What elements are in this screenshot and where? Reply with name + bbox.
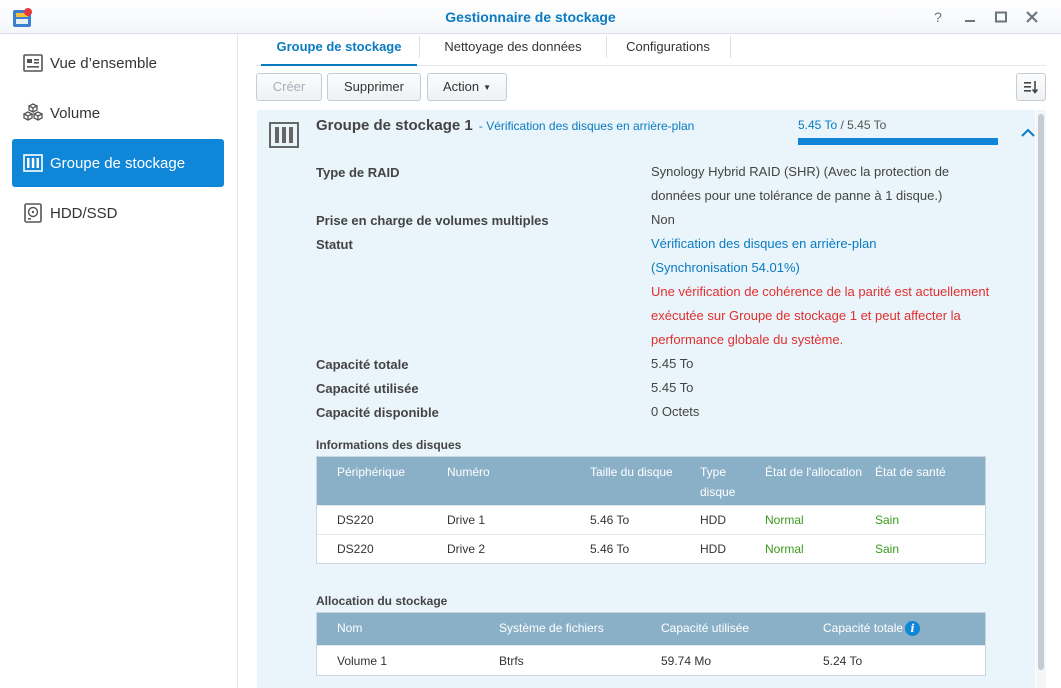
sidebar-item-label: Vue d’ensemble bbox=[50, 54, 158, 72]
column-header[interactable]: État de l'allocation bbox=[765, 462, 862, 482]
table-header: Nom Système de fichiers Capacité utilisé… bbox=[317, 613, 985, 645]
sidebar-item-label: HDD/SSD bbox=[50, 204, 118, 222]
cell-drive: Drive 1 bbox=[447, 513, 486, 527]
storage-pool-panel: Groupe de stockage 1 - Vérification des … bbox=[257, 110, 1035, 688]
cell-device: DS220 bbox=[337, 542, 374, 556]
multi-volume-value: Non bbox=[651, 212, 675, 227]
minimize-icon[interactable] bbox=[959, 6, 981, 28]
sidebar: Vue d’ensemble Volume Groupe de stockage… bbox=[0, 34, 238, 688]
cell-health-status: Sain bbox=[875, 542, 900, 556]
table-header: Périphérique Numéro Taille du disque Typ… bbox=[317, 457, 985, 505]
capacity-bar bbox=[798, 138, 998, 145]
tab-data-scrubbing[interactable]: Nettoyage des données bbox=[424, 34, 602, 66]
action-dropdown-button[interactable]: Action ▼ bbox=[427, 73, 507, 101]
tab-divider bbox=[730, 36, 731, 58]
cell-size: 5.46 To bbox=[590, 513, 630, 527]
cell-health-status: Sain bbox=[875, 513, 900, 527]
pool-title: Groupe de stockage 1 bbox=[316, 117, 473, 134]
overview-icon bbox=[22, 52, 44, 74]
sidebar-item-label: Volume bbox=[50, 104, 101, 122]
storage-pool-icon bbox=[269, 122, 299, 148]
capacity-total: 5.45 To bbox=[847, 118, 887, 132]
total-capacity-value: 5.45 To bbox=[651, 356, 694, 371]
hdd-icon bbox=[22, 202, 44, 224]
sidebar-item-hdd-ssd[interactable]: HDD/SSD bbox=[12, 189, 224, 237]
status-value: Vérification des disques en arrière-plan bbox=[651, 236, 877, 251]
parity-warning: Une vérification de cohérence de la pari… bbox=[651, 284, 990, 347]
cell-drive: Drive 2 bbox=[447, 542, 486, 556]
volume-cubes-icon bbox=[22, 102, 44, 124]
total-capacity-label: Capacité totale bbox=[316, 357, 409, 372]
action-label: Action bbox=[442, 79, 480, 94]
tab-configurations[interactable]: Configurations bbox=[610, 34, 726, 66]
close-icon[interactable] bbox=[1021, 6, 1043, 28]
tab-divider bbox=[419, 36, 420, 58]
sidebar-item-storage-pool[interactable]: Groupe de stockage bbox=[12, 139, 224, 187]
table-row[interactable]: DS220 Drive 1 5.46 To HDD Normal Sain bbox=[317, 505, 985, 534]
allocation-title: Allocation du stockage bbox=[316, 594, 448, 608]
tab-bar: Groupe de stockage Nettoyage des données… bbox=[256, 34, 1046, 66]
sync-progress: (Synchronisation 54.01%) bbox=[651, 260, 800, 275]
allocation-table: Nom Système de fichiers Capacité utilisé… bbox=[316, 612, 986, 676]
sort-button[interactable] bbox=[1016, 73, 1046, 101]
cell-filesystem: Btrfs bbox=[499, 654, 524, 668]
create-button[interactable]: Créer bbox=[256, 73, 322, 101]
available-capacity-value: 0 Octets bbox=[651, 404, 700, 419]
cell-name: Volume 1 bbox=[337, 654, 388, 668]
status-label: Statut bbox=[316, 237, 353, 252]
sidebar-item-volume[interactable]: Volume bbox=[12, 89, 224, 137]
available-capacity-label: Capacité disponible bbox=[316, 405, 439, 420]
column-header[interactable]: Nom bbox=[337, 618, 362, 638]
table-row[interactable]: DS220 Drive 2 5.46 To HDD Normal Sain bbox=[317, 534, 985, 563]
column-header[interactable]: État de santé bbox=[875, 462, 946, 482]
storage-pool-icon bbox=[22, 152, 44, 174]
scrollbar-thumb[interactable] bbox=[1038, 114, 1044, 670]
column-header[interactable]: Capacité utilisée bbox=[661, 618, 749, 638]
column-header[interactable]: Numéro bbox=[447, 462, 490, 482]
delete-button[interactable]: Supprimer bbox=[327, 73, 421, 101]
cell-allocation-status: Normal bbox=[765, 542, 804, 556]
cell-device: DS220 bbox=[337, 513, 374, 527]
raid-type-value: Synology Hybrid RAID (SHR) (Avec la prot… bbox=[651, 164, 950, 203]
column-header[interactable]: Taille du disque bbox=[590, 462, 673, 482]
column-header[interactable]: Périphérique bbox=[337, 462, 405, 482]
info-icon[interactable]: i bbox=[905, 621, 921, 637]
storage-manager-window: Gestionnaire de stockage ? Vue d’ensembl… bbox=[0, 0, 1061, 688]
sidebar-item-overview[interactable]: Vue d’ensemble bbox=[12, 39, 224, 87]
column-header[interactable]: Type disque bbox=[700, 462, 748, 502]
capacity-used: 5.45 To bbox=[798, 118, 838, 132]
window-title: Gestionnaire de stockage bbox=[445, 9, 616, 25]
help-icon[interactable]: ? bbox=[927, 6, 949, 28]
pool-capacity-text: 5.45 To / 5.45 To bbox=[798, 118, 887, 132]
used-capacity-label: Capacité utilisée bbox=[316, 381, 419, 396]
title-bar: Gestionnaire de stockage ? bbox=[0, 0, 1061, 34]
multi-volume-label: Prise en charge de volumes multiples bbox=[316, 213, 549, 228]
disk-info-title: Informations des disques bbox=[316, 438, 462, 452]
tab-storage-pool[interactable]: Groupe de stockage bbox=[261, 34, 417, 66]
disk-info-table: Périphérique Numéro Taille du disque Typ… bbox=[316, 456, 986, 564]
table-row[interactable]: Volume 1 Btrfs 59.74 Mo 5.24 To bbox=[317, 645, 985, 675]
sort-icon bbox=[1024, 81, 1039, 94]
tab-divider bbox=[606, 36, 607, 58]
pool-status-inline: - Vérification des disques en arrière-pl… bbox=[478, 119, 695, 133]
cell-total: 5.24 To bbox=[823, 654, 863, 668]
cell-type: HDD bbox=[700, 542, 726, 556]
capacity-bar-fill bbox=[798, 138, 998, 145]
sidebar-item-label: Groupe de stockage bbox=[50, 154, 186, 172]
column-header[interactable]: Système de fichiers bbox=[499, 618, 604, 638]
cell-type: HDD bbox=[700, 513, 726, 527]
column-header-total[interactable]: Capacité totale i bbox=[823, 618, 921, 638]
chevron-up-icon[interactable] bbox=[1021, 128, 1035, 138]
caret-down-icon: ▼ bbox=[483, 82, 492, 92]
cell-used: 59.74 Mo bbox=[661, 654, 712, 668]
cell-size: 5.46 To bbox=[590, 542, 630, 556]
cell-allocation-status: Normal bbox=[765, 513, 804, 527]
pool-header: Groupe de stockage 1 - Vérification des … bbox=[316, 117, 694, 134]
used-capacity-value: 5.45 To bbox=[651, 380, 694, 395]
maximize-icon[interactable] bbox=[990, 6, 1012, 28]
raid-type-label: Type de RAID bbox=[316, 165, 400, 180]
